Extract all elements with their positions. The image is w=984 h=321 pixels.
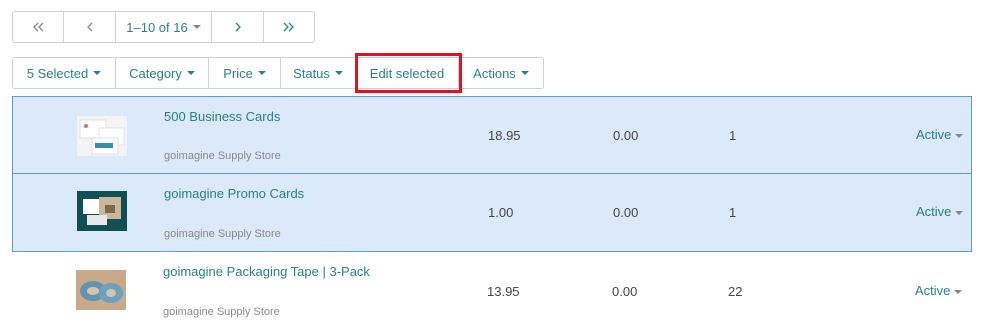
product-status-dropdown[interactable]: Active bbox=[916, 127, 964, 142]
last-page-button[interactable] bbox=[264, 12, 314, 42]
product-quantity: 1 bbox=[729, 205, 737, 220]
caret-down-icon bbox=[955, 210, 964, 215]
product-status-dropdown[interactable]: Active bbox=[915, 283, 963, 298]
product-quantity: 1 bbox=[729, 128, 737, 143]
caret-down-icon bbox=[186, 71, 195, 75]
double-chevron-right-icon bbox=[283, 22, 294, 32]
page-range-dropdown[interactable]: 1–10 of 16 bbox=[116, 12, 212, 42]
caret-down-icon bbox=[954, 289, 963, 294]
selected-count-label: 5 Selected bbox=[26, 65, 89, 81]
product-quantity: 22 bbox=[728, 284, 743, 299]
double-chevron-left-icon bbox=[33, 22, 44, 32]
product-thumbnail[interactable] bbox=[76, 270, 126, 310]
product-price: 13.95 bbox=[487, 284, 520, 299]
previous-page-button[interactable] bbox=[64, 12, 116, 42]
caret-down-icon bbox=[334, 71, 343, 75]
product-thumbnail[interactable] bbox=[77, 116, 127, 156]
product-name-link[interactable]: goimagine Promo Cards bbox=[164, 186, 304, 201]
edit-selected-label: Edit selected bbox=[369, 65, 445, 81]
product-price: 18.95 bbox=[488, 128, 521, 143]
product-row[interactable]: goimagine Promo Cards goimagine Supply S… bbox=[12, 174, 972, 252]
price-filter-label: Price bbox=[223, 65, 253, 81]
edit-selected-button[interactable]: Edit selected bbox=[356, 58, 459, 88]
category-filter-label: Category bbox=[129, 65, 182, 81]
product-name-link[interactable]: goimagine Packaging Tape | 3-Pack bbox=[163, 264, 370, 279]
next-page-button[interactable] bbox=[212, 12, 264, 42]
actions-dropdown[interactable]: Actions bbox=[459, 58, 543, 88]
product-status-dropdown[interactable]: Active bbox=[916, 204, 964, 219]
status-filter-label: Status bbox=[293, 65, 330, 81]
chevron-right-icon bbox=[235, 22, 241, 32]
caret-down-icon bbox=[93, 71, 102, 75]
product-row[interactable]: goimagine Packaging Tape | 3-Pack goimag… bbox=[12, 252, 972, 321]
status-filter-dropdown[interactable]: Status bbox=[281, 58, 356, 88]
product-store: goimagine Supply Store bbox=[163, 306, 280, 318]
product-cost: 0.00 bbox=[612, 284, 638, 299]
filter-toolbar: 5 Selected Category Price Status Edit se… bbox=[12, 57, 544, 89]
caret-down-icon bbox=[955, 133, 964, 138]
product-status-label: Active bbox=[915, 283, 951, 298]
actions-label: Actions bbox=[473, 65, 516, 81]
product-store: goimagine Supply Store bbox=[164, 150, 281, 162]
product-store: goimagine Supply Store bbox=[164, 228, 281, 240]
product-cost: 0.00 bbox=[613, 205, 639, 220]
product-row[interactable]: 500 Business Cards goimagine Supply Stor… bbox=[12, 96, 972, 174]
pagination: 1–10 of 16 bbox=[12, 11, 315, 43]
caret-down-icon bbox=[192, 25, 201, 29]
selected-count-dropdown[interactable]: 5 Selected bbox=[13, 58, 116, 88]
page-range-label: 1–10 of 16 bbox=[126, 19, 188, 35]
product-price: 1.00 bbox=[488, 205, 514, 220]
caret-down-icon bbox=[520, 71, 529, 75]
product-status-label: Active bbox=[916, 204, 952, 219]
price-filter-dropdown[interactable]: Price bbox=[209, 58, 281, 88]
product-status-label: Active bbox=[916, 127, 952, 142]
product-thumbnail[interactable] bbox=[77, 191, 127, 231]
product-list: 500 Business Cards goimagine Supply Stor… bbox=[12, 96, 972, 321]
product-cost: 0.00 bbox=[613, 128, 639, 143]
chevron-left-icon bbox=[86, 22, 92, 32]
first-page-button[interactable] bbox=[13, 12, 64, 42]
caret-down-icon bbox=[257, 71, 266, 75]
category-filter-dropdown[interactable]: Category bbox=[116, 58, 209, 88]
product-name-link[interactable]: 500 Business Cards bbox=[164, 109, 280, 124]
